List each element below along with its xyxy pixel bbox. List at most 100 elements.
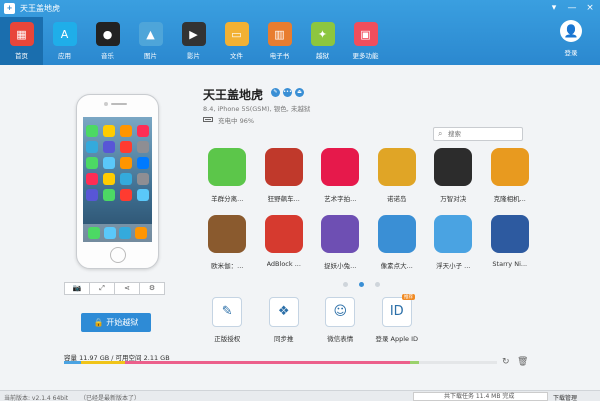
- nav-label: 文件: [230, 52, 243, 60]
- battery-icon: [203, 117, 213, 122]
- phone-app-icon: [86, 189, 98, 201]
- phone-app-icon: [86, 125, 98, 137]
- nav-label: 越狱: [316, 52, 329, 60]
- share-button[interactable]: ⋖: [114, 282, 140, 295]
- phone-app-icon: [103, 141, 115, 153]
- phone-dock-icon: [103, 227, 116, 239]
- status-bar: 当前版本: v2.1.4 64bit （已经是最新版本了） 共下载任务 11.4…: [0, 390, 600, 401]
- app-icon: [321, 148, 360, 186]
- search-icon: ⌕: [438, 129, 443, 138]
- nav-item-6[interactable]: ▥ 电子书: [258, 17, 301, 65]
- app-tile[interactable]: 克隆相机...: [482, 148, 539, 209]
- menu-dropdown-button[interactable]: ▾: [548, 2, 560, 14]
- picture-icon: ▲: [138, 22, 163, 46]
- nav-item-0[interactable]: ▦ 首页: [0, 17, 43, 65]
- app-icon: [434, 148, 473, 186]
- minimize-button[interactable]: —: [566, 2, 578, 14]
- quick-action-label: 同步推: [274, 335, 294, 343]
- fullscreen-button[interactable]: ⤢: [89, 282, 115, 295]
- app-tile[interactable]: 万智对决: [425, 148, 482, 209]
- download-manager-link[interactable]: 下载管理: [553, 393, 577, 401]
- eject-icon[interactable]: ⏏: [295, 88, 304, 97]
- app-label: 诺诺岛: [387, 195, 407, 203]
- app-icon: [434, 215, 473, 253]
- app-tile[interactable]: 艺术字拍...: [312, 148, 369, 209]
- phone-app-icon: [120, 189, 132, 201]
- app-label: 欧米伽：...: [211, 262, 244, 270]
- phone-app-icon: [103, 173, 115, 185]
- app-label: 狂野飙车...: [267, 195, 300, 203]
- edit-icon[interactable]: ✎: [271, 88, 280, 97]
- phone-app-icon: [120, 157, 132, 169]
- app-tile[interactable]: 捉妖小兔...: [312, 215, 369, 276]
- app-icon: [208, 148, 247, 186]
- nav-item-2[interactable]: ● 音乐: [86, 17, 129, 65]
- nav-item-3[interactable]: ▲ 图片: [129, 17, 172, 65]
- nav-item-8[interactable]: ▣ 更多功能: [344, 17, 387, 65]
- nav-item-4[interactable]: ▶ 影片: [172, 17, 215, 65]
- phone-home-button: [110, 247, 126, 263]
- clapperboard-icon: ▶: [181, 22, 206, 46]
- nav-label: 首页: [15, 52, 28, 60]
- pager-dot[interactable]: [375, 282, 380, 287]
- phone-screen: [83, 117, 152, 242]
- app-label: 克隆相机...: [493, 195, 526, 203]
- app-label: Starry Ni...: [492, 260, 528, 268]
- quick-action[interactable]: ID 推荐 登录 Apple ID: [369, 294, 426, 343]
- app-tile[interactable]: Starry Ni...: [482, 215, 539, 276]
- smiley-icon: ☺: [325, 297, 356, 327]
- app-icon: [377, 148, 416, 186]
- phone-dock-icon: [87, 227, 100, 239]
- device-name: 天王盖地虎: [203, 88, 264, 102]
- app-icon: [321, 215, 360, 253]
- music-disc-icon: ●: [95, 22, 120, 46]
- trash-icon[interactable]: 🗑: [517, 357, 528, 367]
- app-tile[interactable]: 像素点大...: [369, 215, 426, 276]
- app-tile[interactable]: 诺诺岛: [369, 148, 426, 209]
- app-label: AdBlock ...: [266, 260, 301, 268]
- phone-app-icon: [86, 157, 98, 169]
- phone-speaker: [111, 103, 127, 105]
- nav-item-5[interactable]: ▭ 文件: [215, 17, 258, 65]
- search-input[interactable]: [448, 129, 520, 139]
- refresh-icon[interactable]: ↻: [502, 357, 510, 367]
- app-label: 万智对决: [440, 195, 467, 203]
- nav-label: 电子书: [269, 52, 290, 60]
- nav-label: 更多功能: [352, 52, 379, 60]
- quick-action-label: 正版授权: [214, 335, 241, 343]
- app-tile[interactable]: 欧米伽：...: [199, 215, 256, 276]
- app-tile[interactable]: AdBlock ...: [256, 215, 313, 276]
- store-icon: ▦: [9, 22, 34, 46]
- app-tile[interactable]: 浮天小子 ...: [425, 215, 482, 276]
- phone-app-icon: [137, 141, 149, 153]
- app-icon: [490, 148, 529, 186]
- app-tile[interactable]: 狂野飙车...: [256, 148, 313, 209]
- start-jailbreak-button[interactable]: 🔒 开始越狱: [81, 313, 151, 332]
- nav-label: 音乐: [101, 52, 114, 60]
- apple-id-icon: ID: [381, 297, 412, 327]
- screenshot-button[interactable]: 📷: [64, 282, 90, 295]
- recommend-badge: 推荐: [402, 294, 415, 300]
- phone-app-icon: [120, 173, 132, 185]
- pager-dot[interactable]: [343, 282, 348, 287]
- app-logo-icon: +: [4, 3, 15, 14]
- quick-action[interactable]: ☺ 微信表情: [312, 297, 369, 343]
- window-controls: ▾ — ×: [548, 2, 596, 14]
- login-button[interactable]: 👤 登录: [560, 20, 582, 57]
- phone-dock-icon: [119, 227, 132, 239]
- nav-item-7[interactable]: ✦ 越狱: [301, 17, 344, 65]
- more-icon[interactable]: •••: [283, 88, 292, 97]
- app-label: 羊群分离...: [211, 195, 244, 203]
- app-tile[interactable]: 羊群分离...: [199, 148, 256, 209]
- device-tools: 📷 ⤢ ⋖ ⚙: [64, 282, 165, 295]
- quick-action[interactable]: ❖ 同步推: [256, 297, 313, 343]
- app-icon: [208, 215, 247, 253]
- search-box: ⌕: [433, 127, 523, 141]
- close-button[interactable]: ×: [584, 2, 596, 14]
- settings-button[interactable]: ⚙: [139, 282, 165, 295]
- nav-item-1[interactable]: A 应用: [43, 17, 86, 65]
- pager-dot[interactable]: [359, 282, 364, 287]
- phone-app-icon: [86, 141, 98, 153]
- quick-action[interactable]: ✎ 正版授权: [199, 297, 256, 343]
- storage-segment: [124, 361, 411, 364]
